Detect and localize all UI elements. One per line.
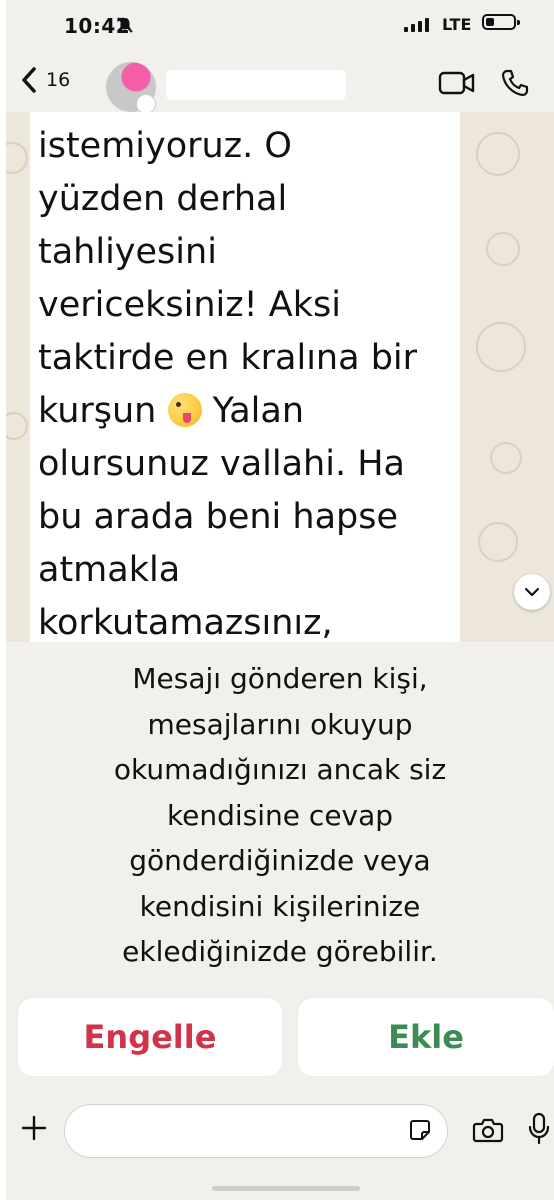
message-composer <box>6 1100 554 1166</box>
plus-icon[interactable] <box>20 1114 48 1146</box>
sticker-icon[interactable] <box>408 1118 432 1146</box>
home-indicator[interactable] <box>212 1186 360 1191</box>
network-type: LTE <box>442 15 472 34</box>
camera-icon[interactable] <box>472 1116 504 1148</box>
chevron-down-icon <box>524 587 540 597</box>
scroll-down-button[interactable] <box>514 574 550 610</box>
chevron-left-icon <box>22 67 36 93</box>
signal-icon <box>404 18 429 32</box>
status-bar: 10:42 LTE <box>6 0 554 54</box>
chat-header: 16 <box>6 56 554 114</box>
bell-slash-icon <box>116 16 134 38</box>
winking-tongue-emoji-icon <box>167 393 202 427</box>
chat-area[interactable]: istemiyoruz. O yüzden derhal tahliyesini… <box>6 112 554 642</box>
back-button[interactable]: 16 <box>20 66 70 94</box>
contact-name-redacted[interactable] <box>166 70 346 100</box>
microphone-icon[interactable] <box>528 1112 550 1150</box>
block-button[interactable]: Engelle <box>18 998 282 1076</box>
sender-actions: Engelle Ekle <box>18 998 554 1078</box>
message-text: istemiyoruz. O yüzden derhal tahliyesini… <box>38 126 418 642</box>
phone-call-icon[interactable] <box>500 68 530 102</box>
battery-icon <box>482 14 520 30</box>
status-ring-icon <box>136 94 156 114</box>
unknown-sender-notice: Mesajı gönderen kişi, mesajlarını okuyup… <box>113 662 447 968</box>
message-input[interactable] <box>64 1104 448 1158</box>
video-call-icon[interactable] <box>438 70 476 100</box>
unread-count: 16 <box>46 69 71 91</box>
chat-screen: 10:42 LTE 16 istemiyoruz. O yüzden derha… <box>6 0 554 1200</box>
message-bubble[interactable]: istemiyoruz. O yüzden derhal tahliyesini… <box>30 112 460 642</box>
add-contact-button[interactable]: Ekle <box>298 998 554 1076</box>
